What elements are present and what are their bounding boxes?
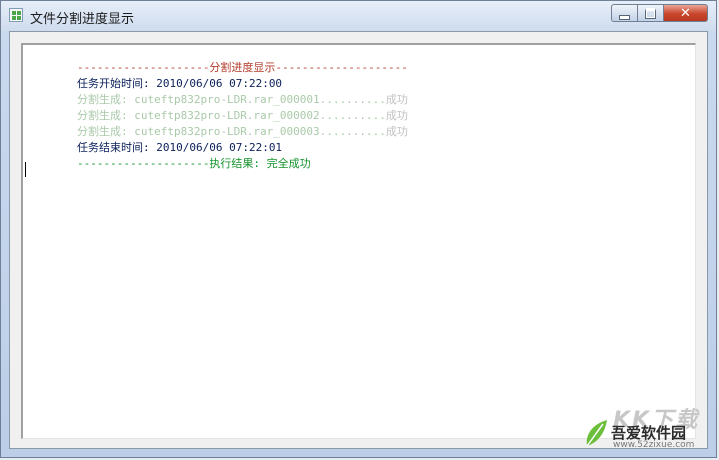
text-cursor [25,162,26,177]
log-start-time: 任务开始时间: 2010/06/06 07:22:00 [24,63,282,90]
maximize-button[interactable] [637,4,663,22]
maximize-icon [645,7,656,19]
split-progress-window: 文件分割进度显示 ✕ --------------------分割进度显示---… [0,0,717,458]
minimize-button[interactable] [611,4,637,22]
close-icon: ✕ [680,5,691,21]
watermark: KK下载 吾爱软件园 www.52zixue.com [583,402,711,454]
window-title: 文件分割进度显示 [30,12,135,27]
log-file-line: 分割生成: cuteftp832pro-LDR.rar_000003......… [24,111,408,138]
log-end-time: 任务结束时间: 2010/06/06 07:22:01 [24,127,282,154]
app-icon[interactable] [9,8,23,22]
title-bar[interactable]: 文件分割进度显示 ✕ [1,1,716,31]
progress-log[interactable]: --------------------分割进度显示--------------… [21,43,696,439]
log-file-line: 分割生成: cuteftp832pro-LDR.rar_000001......… [24,79,408,106]
log-result-line: --------------------执行结果: 完全成功 [24,143,311,170]
client-area: --------------------分割进度显示--------------… [9,31,708,449]
dots-text: .......... [319,125,386,138]
window-controls: ✕ [611,4,708,22]
minimize-icon [619,14,630,20]
log-file-line: 分割生成: cuteftp832pro-LDR.rar_000002......… [24,95,408,122]
log-header-line: --------------------分割进度显示--------------… [24,47,408,74]
close-button[interactable]: ✕ [663,4,708,22]
watermark-url: www.52zixue.com [613,440,695,450]
leaf-logo-icon [586,420,607,447]
status-text: 成功 [385,125,408,138]
result-text: --------------------执行结果: 完全成功 [76,157,311,170]
